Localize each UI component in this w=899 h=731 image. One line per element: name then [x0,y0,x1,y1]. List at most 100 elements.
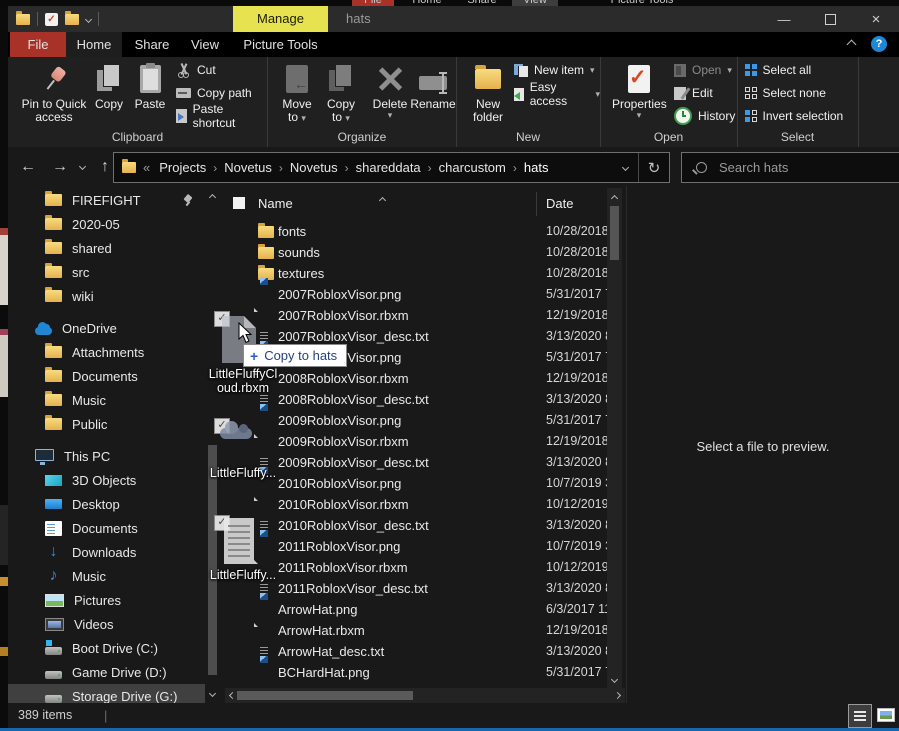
breadcrumb-item[interactable]: Novetus [217,153,279,182]
minimize-button[interactable]: — [761,6,807,32]
scroll-up-icon[interactable] [607,191,622,206]
sidebar-item[interactable]: Storage Drive (G:) [8,684,205,703]
invert-selection-button[interactable]: Invert selection [745,107,843,125]
select-none-button[interactable]: Select none [745,84,826,102]
breadcrumb-overflow[interactable]: « [143,160,150,175]
thumbnail-view-button[interactable] [874,704,897,726]
select-all-checkbox[interactable] [233,197,245,209]
rename-button[interactable]: Rename [410,60,456,111]
sidebar-item[interactable]: src [8,260,205,284]
close-button[interactable]: × [853,6,899,32]
column-header-name[interactable]: Name [258,192,293,216]
file-list-vertical-scrollbar[interactable] [607,188,622,688]
sidebar-item[interactable]: OneDrive [8,316,205,340]
file-row[interactable]: 2011RobloxVisor.png 10/7/2019 3 [225,536,607,557]
file-row[interactable]: 2008RobloxVisor.rbxm 12/19/2018 [225,368,607,389]
sidebar-item[interactable]: Videos [8,612,205,636]
file-row[interactable]: 2010RobloxVisor.png 10/7/2019 3 [225,473,607,494]
recent-locations-button[interactable] [72,147,92,186]
file-row[interactable]: 2007RobloxVisor.rbxm 12/19/2018 [225,305,607,326]
file-list-horizontal-scrollbar[interactable] [225,688,625,703]
copy-button[interactable]: Copy [90,60,128,111]
delete-button[interactable]: Delete ▾ [368,60,412,119]
edit-button[interactable]: Edit [674,84,713,102]
sidebar-item[interactable]: Boot Drive (C:) [8,636,205,660]
folder-icon[interactable] [16,14,30,25]
sidebar-item[interactable]: Music [8,564,205,588]
sidebar-item[interactable]: Downloads [8,540,205,564]
maximize-button[interactable] [807,6,853,32]
file-row[interactable]: ArrowHat_desc.txt 3/13/2020 8 [225,641,607,662]
address-dropdown-button[interactable] [612,165,638,170]
breadcrumb-item[interactable]: Projects [152,153,213,182]
file-row[interactable]: ArrowHat.png 6/3/2017 11 [225,599,607,620]
sidebar-item[interactable]: wiki [8,284,205,308]
collapse-ribbon-icon[interactable] [847,40,857,50]
search-input[interactable] [717,159,881,176]
tab-picture-tools[interactable]: Picture Tools [233,32,328,57]
column-divider[interactable] [536,192,537,216]
file-row[interactable]: 2007RobloxVisor.png 5/31/2017 7 [225,284,607,305]
breadcrumb-item[interactable]: Novetus [283,153,345,182]
select-all-button[interactable]: Select all [745,61,811,79]
refresh-button[interactable]: ↻ [639,159,669,177]
file-row[interactable]: 2011RobloxVisor.rbxm 10/12/2019 [225,557,607,578]
history-button[interactable]: History [674,107,735,125]
copy-path-button[interactable]: Copy path [176,84,252,102]
properties-check-icon[interactable]: ✓ [45,13,58,26]
file-row[interactable]: 2009RobloxVisor.rbxm 12/19/2018 [225,431,607,452]
sidebar-item[interactable]: shared [8,236,205,260]
sidebar-item[interactable]: Documents [8,516,205,540]
sidebar-item[interactable]: Documents [8,364,205,388]
sidebar-item[interactable]: FIREFIGHT [8,188,205,212]
scroll-up-icon[interactable] [205,190,220,205]
scroll-right-icon[interactable] [610,688,625,703]
file-row[interactable]: textures 10/28/2018 [225,263,607,284]
new-folder-button[interactable]: New folder [466,60,510,124]
copy-to-button[interactable]: Copy to ▾ [320,60,362,124]
breadcrumb[interactable]: « Projects › Novetus › Novetus › sharedd… [113,152,670,183]
file-row[interactable]: sounds 10/28/2018 [225,242,607,263]
column-header-date[interactable]: Date [546,192,573,216]
move-to-button[interactable]: Move to ▾ [276,60,318,124]
properties-button[interactable]: Properties ▾ [612,60,666,119]
cut-button[interactable]: Cut [176,61,216,79]
file-row[interactable]: fonts 10/28/2018 [225,221,607,242]
scroll-down-icon[interactable] [607,672,622,687]
sidebar-item[interactable]: Pictures [8,588,205,612]
sidebar-item[interactable]: Music [8,388,205,412]
sidebar-item[interactable]: 3D Objects [8,468,205,492]
breadcrumb-item[interactable]: shareddata [349,153,428,182]
paste-shortcut-button[interactable]: Paste shortcut [176,107,267,125]
sidebar-item[interactable]: Game Drive (D:) [8,660,205,684]
pin-to-quick-access-button[interactable]: Pin to Quick access [20,60,88,124]
paste-button[interactable]: Paste [129,60,171,111]
file-row[interactable]: 2008RobloxVisor_desc.txt 3/13/2020 8 [225,389,607,410]
back-button[interactable]: ← [14,147,42,186]
file-row[interactable]: 2011RobloxVisor_desc.txt 3/13/2020 8 [225,578,607,599]
file-row[interactable]: 2009RobloxVisor_desc.txt 3/13/2020 8 [225,452,607,473]
scroll-down-icon[interactable] [205,686,220,701]
tab-share[interactable]: Share [124,32,180,57]
tab-view[interactable]: View [182,32,228,57]
file-row[interactable]: 2010RobloxVisor_desc.txt 3/13/2020 8 [225,515,607,536]
sidebar-item[interactable]: Desktop [8,492,205,516]
forward-button[interactable]: → [46,147,74,186]
sidebar-item[interactable]: This PC [8,444,205,468]
file-row[interactable]: BCHardHat.png 5/31/2017 7 [225,662,607,683]
sidebar-item[interactable]: Public [8,412,205,436]
chevron-down-icon[interactable] [85,15,92,22]
file-row[interactable]: ArrowHat.rbxm 12/19/2018 [225,620,607,641]
details-view-button[interactable] [848,704,872,728]
file-menu-button[interactable]: File [10,32,66,57]
sidebar-item[interactable]: Attachments [8,340,205,364]
easy-access-button[interactable]: Easy access ▾ [514,85,600,103]
new-item-button[interactable]: New item ▾ [514,61,595,79]
scrollbar-thumb[interactable] [237,691,413,700]
file-row[interactable]: 2009RobloxVisor.png 5/31/2017 7 [225,410,607,431]
help-button[interactable]: ? [871,36,887,52]
open-button[interactable]: Open ▾ [674,61,732,79]
file-row[interactable]: 2010RobloxVisor.rbxm 10/12/2019 [225,494,607,515]
breadcrumb-item-current[interactable]: hats [517,153,556,182]
scrollbar-thumb[interactable] [610,206,619,260]
